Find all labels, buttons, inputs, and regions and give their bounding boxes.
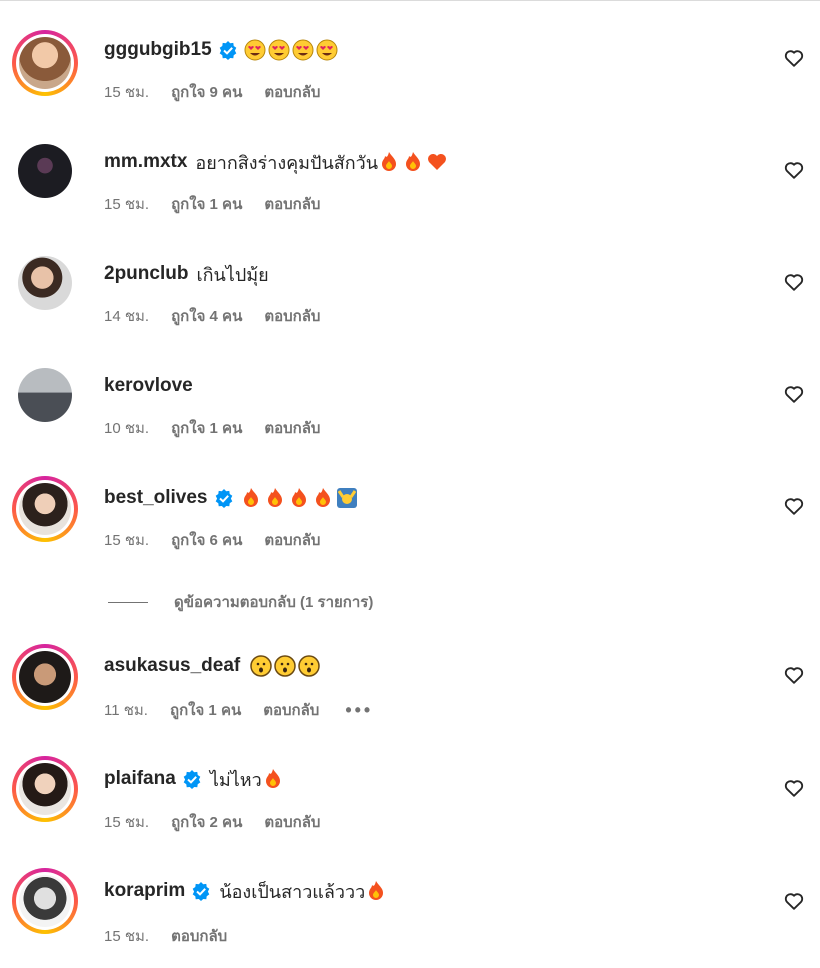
avatar-wrapper[interactable] — [18, 368, 72, 422]
fire-icon — [262, 768, 284, 790]
reply-button[interactable]: ตอบกลับ — [264, 192, 320, 216]
avatar — [19, 37, 71, 89]
verified-badge-icon — [218, 40, 238, 60]
reply-button[interactable]: ตอบกลับ — [264, 416, 320, 440]
avatar-story-ring[interactable] — [12, 756, 78, 822]
avatar-story-ring[interactable] — [12, 30, 78, 96]
heart-eyes-icon — [268, 39, 290, 61]
verified-badge-icon — [214, 488, 234, 508]
comment-time[interactable]: 11 ชม. — [104, 698, 148, 722]
likes-count[interactable]: ถูกใจ 1 คน — [170, 698, 241, 722]
comment-text: อยากสิงร่างคุมปันสักวัน — [195, 152, 379, 173]
more-options-button[interactable]: ••• — [345, 700, 373, 721]
heart-orange-icon — [426, 151, 448, 173]
avatar — [19, 875, 71, 927]
avatar-story-ring[interactable] — [12, 644, 78, 710]
avatar — [18, 144, 72, 198]
comment-time[interactable]: 15 ชม. — [104, 80, 149, 104]
verified-badge-icon — [191, 881, 211, 901]
comment-item: 2punclub เกินไปมุ้ย 14 ชม. ถูกใจ 4 คน ตอ… — [0, 254, 820, 354]
view-replies-label: ดูข้อความตอบกลับ (1 รายการ) — [174, 594, 374, 611]
comment-time[interactable]: 14 ชม. — [104, 304, 149, 328]
username[interactable]: asukasus_deaf — [104, 655, 240, 677]
reply-button[interactable]: ตอบกลับ — [171, 924, 227, 948]
like-heart-icon[interactable] — [783, 271, 805, 293]
comment-text: เกินไปมุ้ย — [196, 264, 269, 285]
like-heart-icon[interactable] — [783, 495, 805, 517]
comment-item: plaifana ไม่ไหว 15 ชม. ถูกใจ 2 คน ตอบกลั… — [0, 756, 820, 856]
comment-item: kerovlove 10 ชม. ถูกใจ 1 คน ตอบกลับ — [0, 366, 820, 466]
heart-eyes-icon — [244, 39, 266, 61]
like-heart-icon[interactable] — [783, 47, 805, 69]
reply-button[interactable]: ตอบกลับ — [263, 698, 319, 722]
comment-time[interactable]: 10 ชม. — [104, 416, 149, 440]
fire-icon — [288, 487, 310, 509]
comment-item: koraprim น้องเป็นสาวแล้ววว 15 ชม. ตอบกลั… — [0, 868, 820, 968]
avatar-wrapper[interactable] — [18, 256, 72, 310]
likes-count[interactable]: ถูกใจ 4 คน — [171, 304, 242, 328]
surprised-face-icon — [250, 655, 272, 677]
like-heart-icon[interactable] — [783, 383, 805, 405]
username[interactable]: kerovlove — [104, 375, 193, 397]
like-heart-icon[interactable] — [783, 159, 805, 181]
fire-icon — [312, 487, 334, 509]
likes-count[interactable]: ถูกใจ 1 คน — [171, 192, 242, 216]
comment-time[interactable]: 15 ชม. — [104, 810, 149, 834]
avatar — [18, 256, 72, 310]
comment-item: asukasus_deaf 11 ชม. ถูกใจ 1 คน ตอบกลับ … — [0, 644, 820, 744]
reply-button[interactable]: ตอบกลับ — [264, 528, 320, 552]
avatar-wrapper[interactable] — [18, 144, 72, 198]
comment-item: best_olives 15 ชม. ถูกใจ 6 คน ตอบกลับ — [0, 476, 820, 576]
avatar — [18, 368, 72, 422]
comment-time[interactable]: 15 ชม. — [104, 924, 149, 948]
avatar — [19, 651, 71, 703]
comment-item: gggubgib15 15 ชม. ถูกใจ 9 คน ตอบกลับ — [0, 30, 820, 130]
fire-icon — [240, 487, 262, 509]
fire-icon — [378, 151, 400, 173]
comment-text: น้องเป็นสาวแล้ววว — [219, 881, 366, 902]
like-heart-icon[interactable] — [783, 664, 805, 686]
reply-button[interactable]: ตอบกลับ — [264, 304, 320, 328]
like-heart-icon[interactable] — [783, 890, 805, 912]
reply-button[interactable]: ตอบกลับ — [264, 80, 320, 104]
username[interactable]: koraprim — [104, 880, 185, 902]
verified-badge-icon — [182, 769, 202, 789]
avatar — [19, 763, 71, 815]
view-replies-dash — [108, 601, 148, 603]
view-replies-button[interactable]: ดูข้อความตอบกลับ (1 รายการ) — [108, 590, 373, 614]
fire-icon — [402, 151, 424, 173]
comment-time[interactable]: 15 ชม. — [104, 528, 149, 552]
avatar — [19, 483, 71, 535]
likes-count[interactable]: ถูกใจ 9 คน — [171, 80, 242, 104]
comment-text: ไม่ไหว — [209, 769, 262, 790]
top-divider — [0, 0, 820, 1]
comment-time[interactable]: 15 ชม. — [104, 192, 149, 216]
reply-button[interactable]: ตอบกลับ — [264, 810, 320, 834]
raising-hands-icon — [336, 487, 358, 509]
heart-eyes-icon — [292, 39, 314, 61]
username[interactable]: plaifana — [104, 768, 176, 790]
username[interactable]: best_olives — [104, 487, 208, 509]
like-heart-icon[interactable] — [783, 777, 805, 799]
avatar-story-ring[interactable] — [12, 476, 78, 542]
heart-eyes-icon — [316, 39, 338, 61]
avatar-story-ring[interactable] — [12, 868, 78, 934]
fire-icon — [365, 880, 387, 902]
username[interactable]: 2punclub — [104, 263, 188, 285]
fire-icon — [264, 487, 286, 509]
surprised-face-icon — [298, 655, 320, 677]
likes-count[interactable]: ถูกใจ 6 คน — [171, 528, 242, 552]
username[interactable]: gggubgib15 — [104, 39, 212, 61]
likes-count[interactable]: ถูกใจ 2 คน — [171, 810, 242, 834]
comment-item: mm.mxtx อยากสิงร่างคุมปันสักวัน 15 ชม. ถ… — [0, 142, 820, 242]
likes-count[interactable]: ถูกใจ 1 คน — [171, 416, 242, 440]
surprised-face-icon — [274, 655, 296, 677]
username[interactable]: mm.mxtx — [104, 151, 187, 173]
